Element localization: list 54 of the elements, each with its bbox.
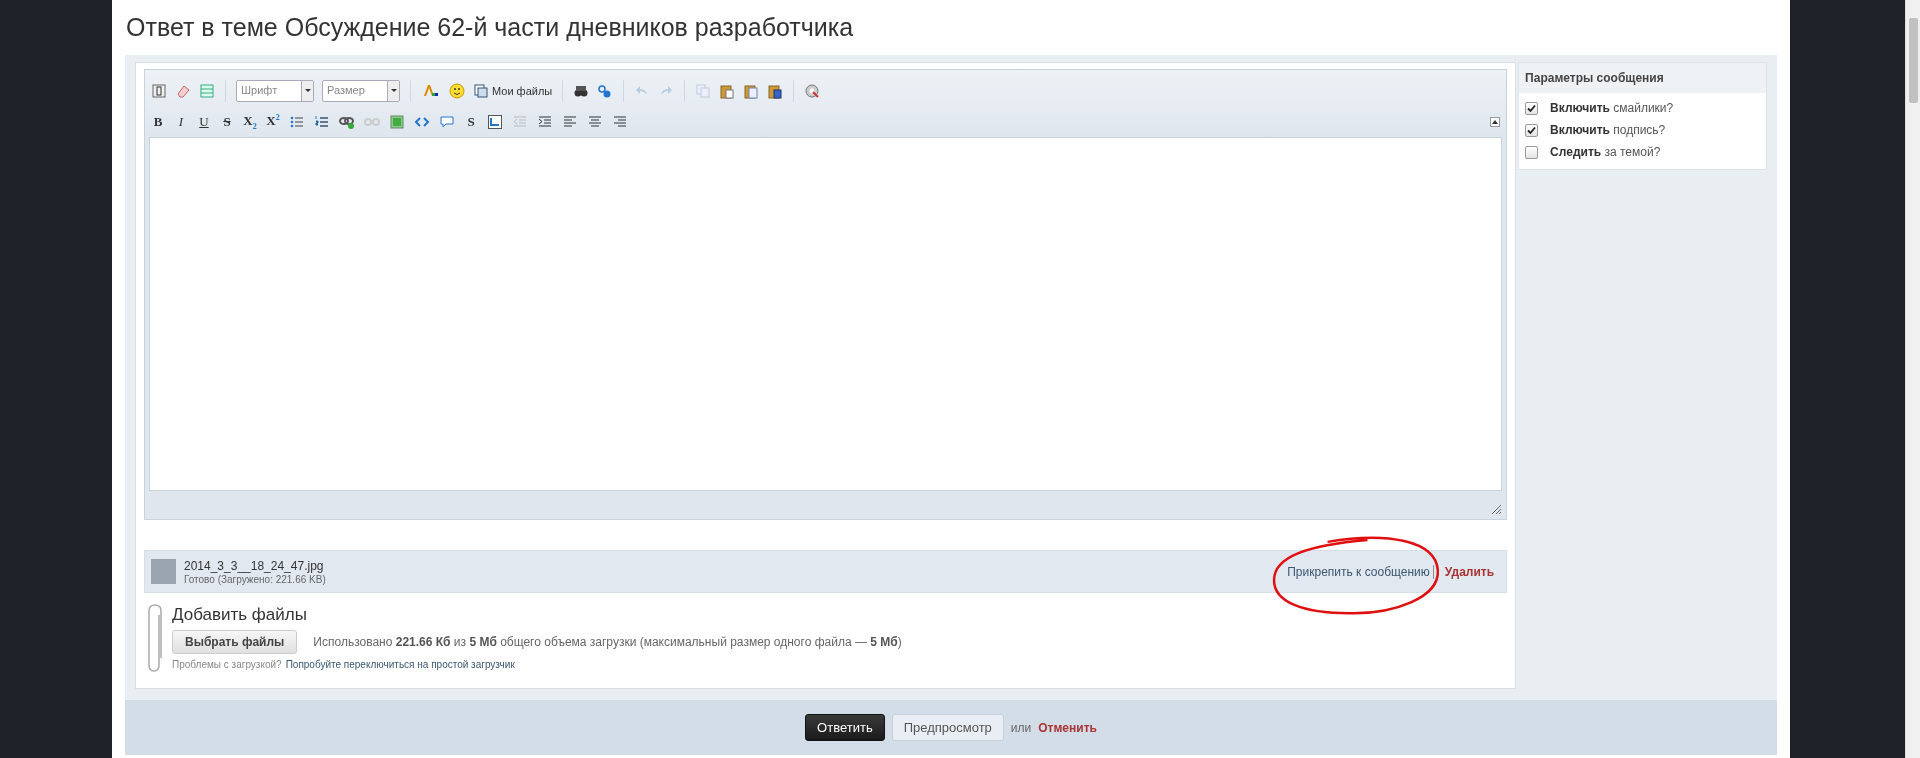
binoculars-icon[interactable]	[573, 83, 590, 99]
delete-link[interactable]: Удалить	[1441, 564, 1495, 579]
align-left-icon[interactable]	[562, 113, 578, 130]
source-icon[interactable]	[151, 83, 167, 99]
underline-button[interactable]: U	[197, 113, 211, 130]
paste-text-icon[interactable]	[743, 83, 760, 99]
numbered-list-icon[interactable]	[314, 113, 330, 130]
bold-button[interactable]: B	[151, 113, 165, 130]
collapse-icon[interactable]	[1490, 116, 1501, 127]
my-files-button[interactable]: Мои файлы	[473, 83, 553, 99]
attach-link[interactable]: Прикрепить к сообщению	[1287, 564, 1434, 579]
image-icon[interactable]	[389, 113, 405, 130]
panel-title: Параметры сообщения	[1519, 63, 1766, 93]
size-select[interactable]: Размер	[322, 80, 400, 102]
table-icon[interactable]	[199, 83, 215, 99]
option-label[interactable]: Следить за темой?	[1550, 145, 1661, 159]
cancel-link[interactable]: Отменить	[1038, 720, 1097, 735]
paperclip-icon	[146, 603, 164, 673]
usage-text: Использовано 221.66 Кб из 5 Мб общего объема загрузки (максимальный размер одного файла — 5 Мб)	[313, 635, 902, 649]
or-text: или	[1010, 720, 1032, 735]
reply-button[interactable]: Ответить	[805, 714, 885, 741]
sup-button[interactable]: X$^{2}$	[266, 113, 280, 130]
strike-button[interactable]: S	[220, 113, 234, 130]
resize-handle-icon[interactable]	[1491, 504, 1503, 515]
option-label[interactable]: Включить подпись?	[1550, 123, 1666, 137]
text-color-icon[interactable]	[421, 83, 441, 99]
font-select[interactable]: Шрифт	[236, 80, 314, 102]
paste-word-icon[interactable]	[767, 83, 784, 99]
image-thumbnail	[151, 559, 176, 584]
scrollbar-thumb[interactable]	[1908, 18, 1918, 103]
align-center-icon[interactable]	[587, 113, 603, 130]
option-label[interactable]: Включить смайлики?	[1550, 101, 1674, 115]
eraser-icon[interactable]	[175, 83, 191, 99]
sub-button[interactable]: X$_{2}$	[243, 112, 257, 131]
speech-bubble-icon[interactable]	[439, 113, 455, 130]
preview-button[interactable]: Предпросмотр	[891, 714, 1004, 741]
scrollbar[interactable]	[1905, 0, 1920, 758]
choose-files-button[interactable]: Выбрать файлы	[172, 630, 298, 654]
help-text: Проблемы с загрузкой?	[172, 659, 282, 670]
align-right-icon[interactable]	[612, 113, 628, 130]
italic-button[interactable]: I	[174, 113, 188, 130]
section-heading: Добавить файлы	[172, 605, 308, 625]
checkbox[interactable]	[1525, 145, 1539, 159]
page-title: Ответ в теме Обсуждение 62-й части дневников разработчика	[125, 12, 855, 43]
indent-icon[interactable]	[537, 113, 553, 130]
upload-status: Готово (Загружено: 221.66 KB)	[184, 573, 326, 585]
paste-icon[interactable]	[719, 83, 736, 99]
checkbox[interactable]	[1525, 101, 1539, 115]
file-name: 2014_3_3__18_24_47.jpg	[184, 558, 325, 573]
simple-uploader-link[interactable]: Попробуйте переключиться на простой загрузчик	[285, 659, 515, 670]
plain-button[interactable]: S	[464, 113, 478, 130]
files-icon	[473, 83, 489, 99]
smiley-icon[interactable]	[449, 83, 465, 99]
checkbox[interactable]	[1525, 123, 1539, 137]
